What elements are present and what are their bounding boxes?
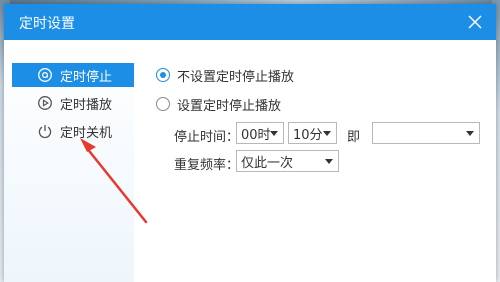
datetime-select[interactable] — [372, 122, 480, 144]
sidebar-item-timer-play[interactable]: 定时播放 — [12, 91, 134, 115]
ji-label: 即 — [347, 130, 361, 145]
radio-set-timer[interactable]: 设置定时停止播放 — [156, 95, 282, 114]
stop-time-label: 停止时间： — [174, 130, 240, 145]
repeat-label: 重复频率： — [174, 158, 240, 173]
chevron-down-icon — [270, 131, 278, 136]
timer-settings-dialog: 定时设置 定时停止 定时播放 定时关机 不设置定时停止播放 设置定时停止播放 停… — [4, 4, 496, 282]
minute-select[interactable]: 10分 — [288, 122, 337, 144]
sidebar-item-label: 定时播放 — [60, 97, 113, 113]
radio-no-timer[interactable]: 不设置定时停止播放 — [156, 66, 295, 85]
sidebar-item-shutdown[interactable]: 定时关机 — [12, 119, 134, 143]
repeat-select[interactable]: 仅此一次 — [236, 150, 339, 172]
hour-select-value: 00时 — [241, 127, 271, 143]
sidebar-item-label: 定时停止 — [60, 69, 113, 85]
sidebar-item-timer-stop[interactable]: 定时停止 — [12, 63, 134, 87]
radio-button-unchecked[interactable] — [156, 97, 170, 111]
repeat-select-value: 仅此一次 — [241, 155, 294, 171]
radio-set-timer-label: 设置定时停止播放 — [177, 98, 282, 114]
timer-stop-icon — [37, 67, 53, 83]
sidebar-item-label: 定时关机 — [60, 125, 113, 141]
minute-select-value: 10分 — [293, 127, 323, 143]
power-icon — [37, 123, 53, 139]
chevron-down-icon — [466, 131, 474, 136]
chevron-down-icon — [323, 131, 331, 136]
timer-play-icon — [37, 95, 53, 111]
radio-button-checked[interactable] — [156, 68, 170, 82]
dialog-titlebar: 定时设置 — [4, 4, 496, 40]
chevron-down-icon — [325, 159, 333, 164]
dialog-title: 定时设置 — [19, 16, 75, 32]
settings-sidebar: 定时停止 定时播放 定时关机 — [4, 40, 134, 282]
settings-content: 不设置定时停止播放 设置定时停止播放 停止时间： 00时 10分 即 重复频率：… — [134, 40, 496, 282]
close-icon[interactable] — [466, 13, 484, 31]
hour-select[interactable]: 00时 — [236, 122, 284, 144]
radio-no-timer-label: 不设置定时停止播放 — [177, 69, 295, 85]
